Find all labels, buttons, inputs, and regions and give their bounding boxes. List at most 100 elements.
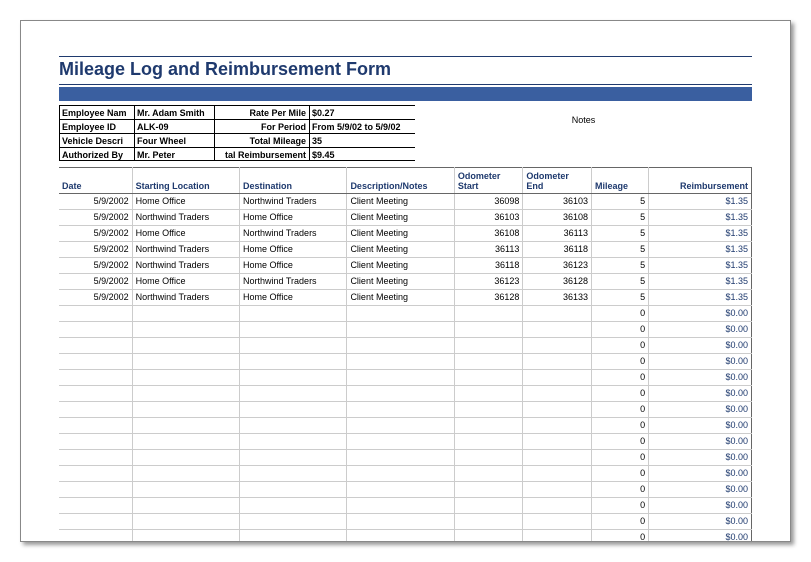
cell-start[interactable]: Home Office [132,194,239,210]
cell-ostart[interactable] [454,338,523,354]
cell-oend[interactable] [523,514,592,530]
cell-start[interactable] [132,450,239,466]
cell-mile[interactable]: 0 [591,498,648,514]
cell-desc[interactable] [347,530,454,543]
cell-start[interactable]: Northwind Traders [132,290,239,306]
cell-reimb[interactable]: $1.35 [649,210,752,226]
cell-reimb[interactable]: $0.00 [649,354,752,370]
cell-date[interactable] [59,530,132,543]
cell-dest[interactable]: Northwind Traders [240,194,347,210]
field-value[interactable]: 35 [310,133,415,147]
cell-oend[interactable]: 36123 [523,258,592,274]
cell-oend[interactable] [523,434,592,450]
field-value[interactable]: Mr. Adam Smith [135,105,215,119]
cell-reimb[interactable]: $0.00 [649,306,752,322]
cell-dest[interactable] [240,322,347,338]
cell-date[interactable] [59,322,132,338]
cell-dest[interactable] [240,466,347,482]
cell-mile[interactable]: 5 [591,258,648,274]
cell-dest[interactable] [240,418,347,434]
cell-oend[interactable]: 36108 [523,210,592,226]
cell-start[interactable] [132,402,239,418]
cell-oend[interactable] [523,498,592,514]
cell-date[interactable] [59,418,132,434]
cell-reimb[interactable]: $1.35 [649,226,752,242]
cell-date[interactable] [59,338,132,354]
cell-oend[interactable] [523,418,592,434]
cell-ostart[interactable] [454,386,523,402]
cell-reimb[interactable]: $0.00 [649,370,752,386]
cell-reimb[interactable]: $1.35 [649,242,752,258]
cell-dest[interactable] [240,530,347,543]
cell-reimb[interactable]: $1.35 [649,290,752,306]
cell-oend[interactable] [523,402,592,418]
cell-dest[interactable] [240,354,347,370]
cell-reimb[interactable]: $0.00 [649,466,752,482]
cell-mile[interactable]: 0 [591,354,648,370]
cell-desc[interactable] [347,418,454,434]
cell-ostart[interactable] [454,418,523,434]
cell-desc[interactable]: Client Meeting [347,226,454,242]
cell-date[interactable] [59,370,132,386]
cell-reimb[interactable]: $1.35 [649,274,752,290]
cell-start[interactable] [132,530,239,543]
cell-desc[interactable] [347,498,454,514]
cell-dest[interactable]: Home Office [240,258,347,274]
cell-mile[interactable]: 0 [591,418,648,434]
field-value[interactable]: Mr. Peter [135,147,215,161]
cell-desc[interactable] [347,434,454,450]
cell-date[interactable] [59,306,132,322]
cell-date[interactable]: 5/9/2002 [59,258,132,274]
cell-oend[interactable] [523,338,592,354]
cell-start[interactable] [132,498,239,514]
cell-start[interactable]: Northwind Traders [132,258,239,274]
cell-ostart[interactable]: 36123 [454,274,523,290]
cell-mile[interactable]: 5 [591,194,648,210]
cell-desc[interactable] [347,466,454,482]
cell-mile[interactable]: 5 [591,210,648,226]
cell-dest[interactable]: Home Office [240,290,347,306]
cell-ostart[interactable] [454,322,523,338]
cell-oend[interactable] [523,466,592,482]
cell-date[interactable] [59,498,132,514]
cell-oend[interactable]: 36103 [523,194,592,210]
cell-date[interactable] [59,354,132,370]
cell-start[interactable] [132,370,239,386]
cell-ostart[interactable]: 36098 [454,194,523,210]
cell-desc[interactable] [347,354,454,370]
field-value[interactable]: $9.45 [310,147,415,161]
cell-mile[interactable]: 0 [591,370,648,386]
cell-date[interactable]: 5/9/2002 [59,242,132,258]
cell-desc[interactable]: Client Meeting [347,274,454,290]
cell-date[interactable] [59,466,132,482]
cell-desc[interactable]: Client Meeting [347,258,454,274]
cell-start[interactable] [132,514,239,530]
cell-start[interactable] [132,418,239,434]
cell-ostart[interactable] [454,498,523,514]
cell-mile[interactable]: 5 [591,290,648,306]
cell-ostart[interactable] [454,370,523,386]
cell-ostart[interactable] [454,530,523,543]
cell-reimb[interactable]: $0.00 [649,434,752,450]
cell-mile[interactable]: 5 [591,226,648,242]
cell-oend[interactable] [523,370,592,386]
cell-oend[interactable]: 36118 [523,242,592,258]
cell-reimb[interactable]: $0.00 [649,530,752,543]
cell-oend[interactable] [523,386,592,402]
cell-date[interactable]: 5/9/2002 [59,274,132,290]
cell-mile[interactable]: 5 [591,242,648,258]
cell-date[interactable]: 5/9/2002 [59,210,132,226]
cell-oend[interactable] [523,530,592,543]
cell-mile[interactable]: 0 [591,482,648,498]
cell-ostart[interactable]: 36113 [454,242,523,258]
cell-mile[interactable]: 0 [591,530,648,543]
cell-mile[interactable]: 0 [591,402,648,418]
cell-dest[interactable] [240,338,347,354]
cell-date[interactable] [59,482,132,498]
cell-date[interactable] [59,402,132,418]
cell-date[interactable]: 5/9/2002 [59,194,132,210]
cell-ostart[interactable] [454,466,523,482]
cell-desc[interactable]: Client Meeting [347,210,454,226]
cell-start[interactable]: Northwind Traders [132,210,239,226]
cell-desc[interactable] [347,450,454,466]
